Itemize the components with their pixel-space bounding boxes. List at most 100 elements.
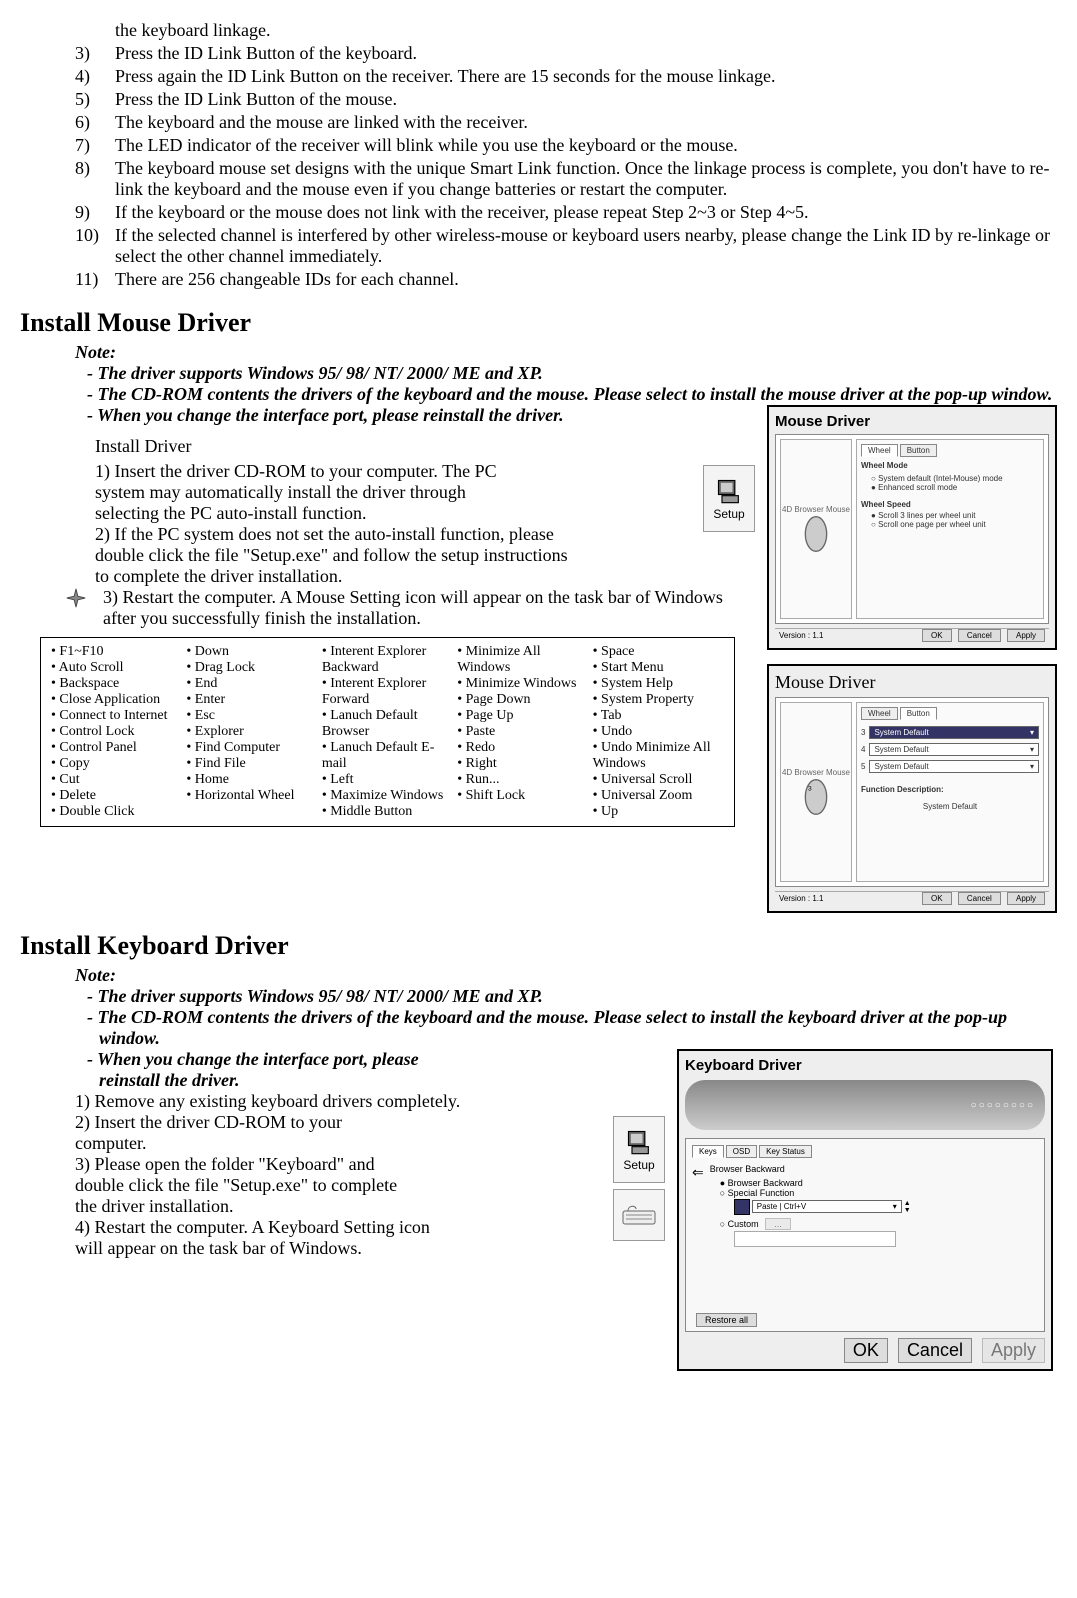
special-func-dropdown[interactable]: Paste | Ctrl+V	[752, 1200, 902, 1213]
func-item: • Control Lock	[51, 724, 182, 740]
func-item: • System Property	[593, 692, 724, 708]
button3-dropdown[interactable]: System Default	[869, 726, 1039, 739]
apply-button[interactable]: Apply	[1007, 629, 1045, 642]
radio-opt[interactable]: Custom	[728, 1219, 759, 1229]
mouse-step: 3) Restart the computer. A Mouse Setting…	[103, 587, 755, 629]
func-item: • Delete	[51, 788, 182, 804]
step-text: Press again the ID Link Button on the re…	[115, 66, 1057, 87]
step-text: The LED indicator of the receiver will b…	[115, 135, 1057, 156]
radio-opt[interactable]: Scroll one page per wheel unit	[878, 520, 986, 529]
ok-button[interactable]: OK	[922, 892, 952, 905]
setup-label: Setup	[713, 507, 744, 521]
setup-icon[interactable]: Setup	[613, 1116, 665, 1183]
step-text: If the selected channel is interfered by…	[115, 225, 1057, 267]
note-label: Note:	[75, 342, 1057, 363]
tab-button[interactable]: Button	[900, 707, 937, 720]
note-item: - The CD-ROM contents the drivers of the…	[87, 384, 1057, 405]
mouse-tray-icon	[65, 587, 87, 609]
func-item: • Run...	[457, 772, 588, 788]
func-item: • Double Click	[51, 804, 182, 820]
func-item: • Auto Scroll	[51, 660, 182, 676]
function-table: • F1~F10• Auto Scroll• Backspace• Close …	[40, 637, 735, 827]
step-num: 10)	[75, 225, 115, 267]
func-item: • Paste	[457, 724, 588, 740]
func-item: • Universal Zoom	[593, 788, 724, 804]
apply-button[interactable]: Apply	[982, 1338, 1045, 1363]
func-item: • Lanuch Default Browser	[322, 708, 453, 740]
func-item: • Right	[457, 756, 588, 772]
cancel-button[interactable]: Cancel	[958, 892, 1001, 905]
tab-keystatus[interactable]: Key Status	[759, 1145, 812, 1158]
step-num: 4)	[75, 66, 115, 87]
note-item: - The driver supports Windows 95/ 98/ NT…	[87, 363, 1057, 384]
mouse-step: 2) If the PC system does not set the aut…	[95, 524, 575, 587]
row-num: 4	[861, 745, 865, 754]
func-item: • Down	[186, 644, 317, 660]
func-item: • Middle Button	[322, 804, 453, 820]
func-item: • Up	[593, 804, 724, 820]
ok-button[interactable]: OK	[922, 629, 952, 642]
note-item: - When you change the interface port, pl…	[87, 405, 579, 426]
step-text: There are 256 changeable IDs for each ch…	[115, 269, 1057, 290]
tab-wheel[interactable]: Wheel	[861, 707, 898, 720]
step-num: 7)	[75, 135, 115, 156]
screenshot-title: Keyboard Driver	[685, 1057, 1045, 1074]
radio-opt[interactable]: System default (Intel-Mouse) mode	[878, 474, 1003, 483]
cancel-button[interactable]: Cancel	[898, 1338, 972, 1363]
screenshot-title: Mouse Driver	[775, 672, 1049, 693]
step-num: 5)	[75, 89, 115, 110]
tab-button[interactable]: Button	[900, 444, 937, 457]
radio-opt[interactable]: Scroll 3 lines per wheel unit	[878, 511, 975, 520]
cancel-button[interactable]: Cancel	[958, 629, 1001, 642]
button5-dropdown[interactable]: System Default	[869, 760, 1039, 773]
func-item: • Page Down	[457, 692, 588, 708]
note-item: - The CD-ROM contents the drivers of the…	[87, 1007, 1057, 1049]
func-item: • Connect to Internet	[51, 708, 182, 724]
tab-keys[interactable]: Keys	[692, 1145, 724, 1158]
apply-button[interactable]: Apply	[1007, 892, 1045, 905]
radio-opt[interactable]: Enhanced scroll mode	[878, 483, 957, 492]
func-item: • Space	[593, 644, 724, 660]
func-item: • Maximize Windows	[322, 788, 453, 804]
top-steps: the keyboard linkage. 3)Press the ID Lin…	[75, 20, 1057, 290]
keyboard-step: 3) Please open the folder "Keyboard" and…	[75, 1154, 415, 1217]
setup-label: Setup	[623, 1158, 654, 1172]
tab-wheel[interactable]: Wheel	[861, 444, 898, 457]
step-text: Press the ID Link Button of the mouse.	[115, 89, 1057, 110]
install-keyboard-heading: Install Keyboard Driver	[20, 931, 1057, 961]
func-item: • Cut	[51, 772, 182, 788]
func-item: • End	[186, 676, 317, 692]
version-label: Version : 1.1	[779, 631, 823, 640]
func-item: • Minimize All Windows	[457, 644, 588, 676]
func-item: • Page Up	[457, 708, 588, 724]
screenshot-title: Mouse Driver	[775, 413, 1049, 430]
func-item: • Lanuch Default E-mail	[322, 740, 453, 772]
setup-icon[interactable]: Setup	[703, 465, 755, 532]
wheel-speed-heading: Wheel Speed	[861, 500, 1039, 509]
mouse-step: 1) Insert the driver CD-ROM to your comp…	[95, 461, 515, 524]
radio-opt[interactable]: Special Function	[728, 1188, 795, 1198]
func-item: • Shift Lock	[457, 788, 588, 804]
func-item: • Interent Explorer Backward	[322, 644, 453, 676]
func-item: • Interent Explorer Forward	[322, 676, 453, 708]
ok-button[interactable]: OK	[844, 1338, 888, 1363]
left-label: 4D Browser Mouse	[782, 768, 850, 777]
restore-all-button[interactable]: Restore all	[696, 1313, 757, 1327]
func-item: • Undo	[593, 724, 724, 740]
keyboard-driver-screenshot: Keyboard Driver ○○○○○○○○ Keys OSD Key St…	[677, 1049, 1053, 1371]
note-item: - The driver supports Windows 95/ 98/ NT…	[87, 986, 1057, 1007]
keyboard-step: 1) Remove any existing keyboard drivers …	[75, 1091, 495, 1112]
radio-opt[interactable]: Browser Backward	[728, 1178, 803, 1188]
mouse-driver-wheel-screenshot: Mouse Driver 4D Browser Mouse Wheel Butt…	[767, 405, 1057, 650]
step-text: The keyboard and the mouse are linked wi…	[115, 112, 1057, 133]
step-num: 3)	[75, 43, 115, 64]
func-item: • Find Computer	[186, 740, 317, 756]
func-item: • Start Menu	[593, 660, 724, 676]
func-desc-text: System Default	[861, 802, 1039, 811]
wheel-mode-heading: Wheel Mode	[861, 461, 1039, 470]
step-num: 8)	[75, 158, 115, 200]
keyboard-note-block: Note: - The driver supports Windows 95/ …	[75, 965, 1057, 1049]
step-num: 11)	[75, 269, 115, 290]
button4-dropdown[interactable]: System Default	[869, 743, 1039, 756]
tab-osd[interactable]: OSD	[726, 1145, 757, 1158]
